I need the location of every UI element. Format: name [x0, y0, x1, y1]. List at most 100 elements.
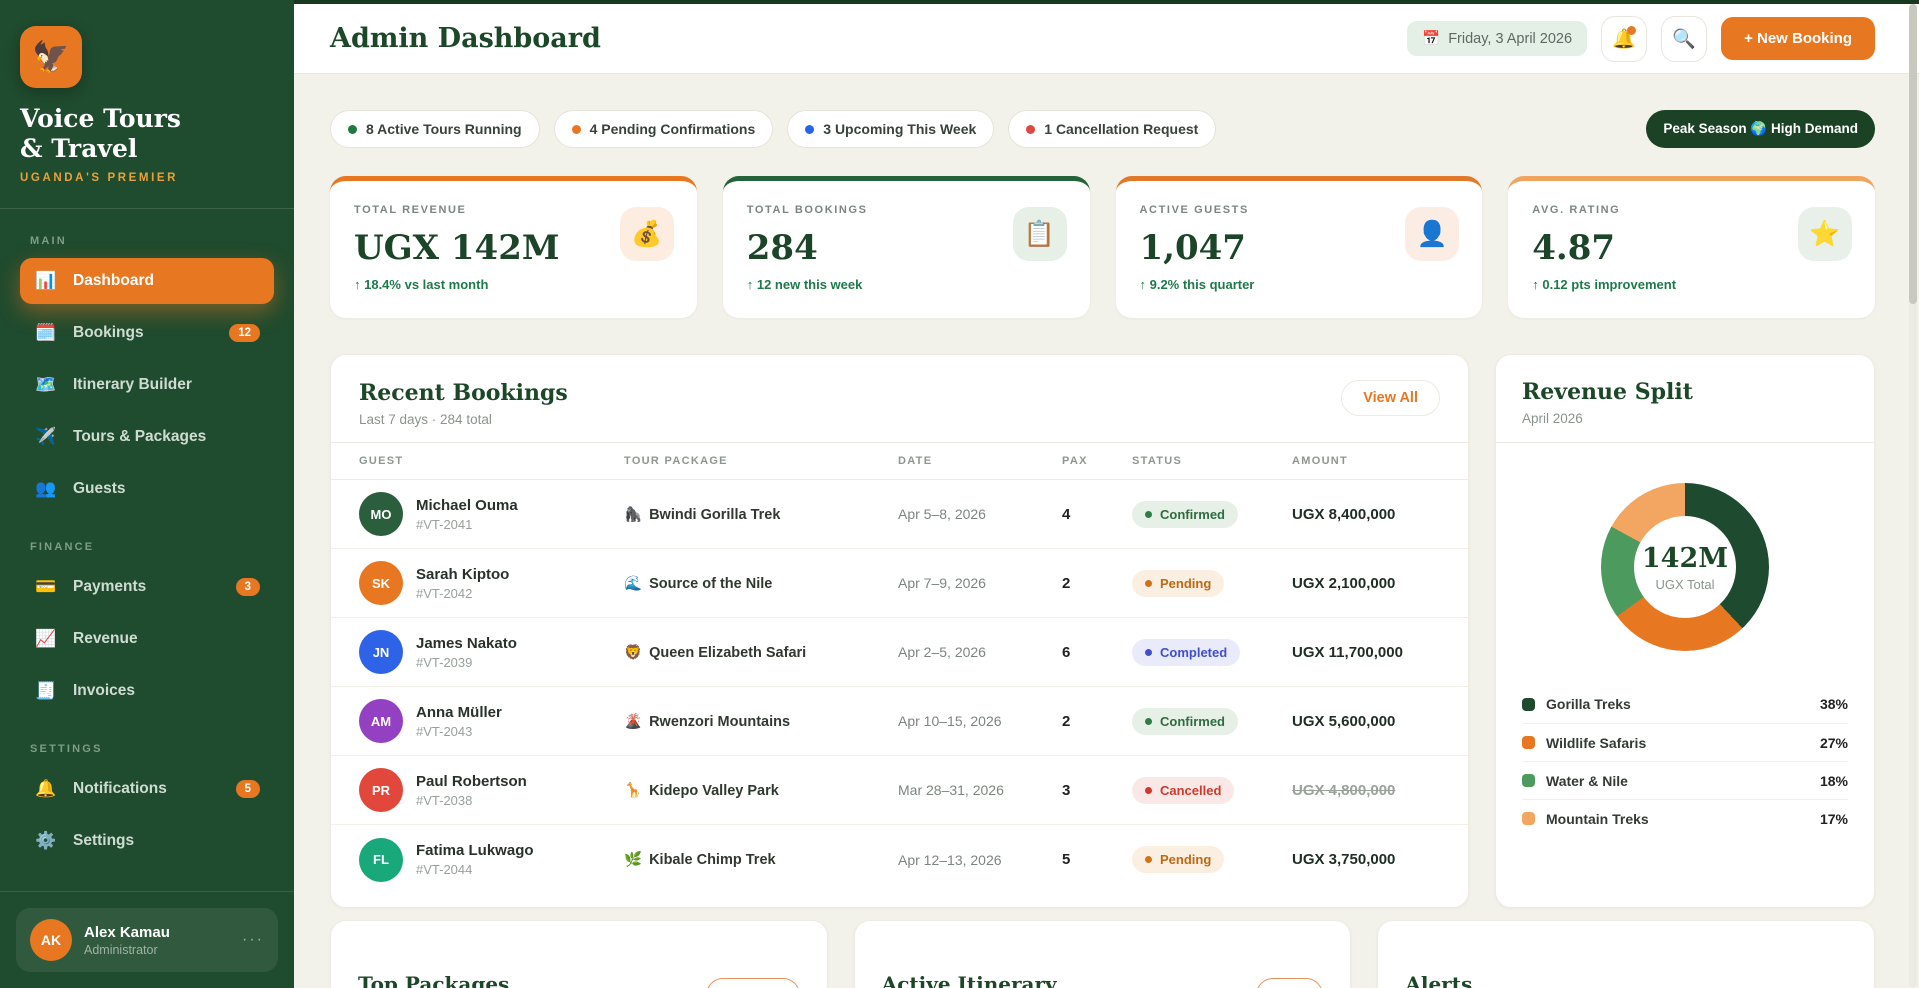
- package-name: Kidepo Valley Park: [649, 783, 779, 799]
- package-name: Bwindi Gorilla Trek: [649, 507, 780, 523]
- booking-date: Apr 12–13, 2026: [898, 852, 1062, 868]
- guest-name: Fatima Lukwago: [416, 842, 534, 859]
- pill-pending-confirmations[interactable]: 4 Pending Confirmations: [554, 110, 774, 148]
- sidebar-item-invoices[interactable]: 🧾 Invoices: [20, 668, 274, 714]
- booking-amount: UGX 5,600,000: [1292, 713, 1440, 730]
- pax-count: 2: [1062, 713, 1132, 730]
- chart-up-icon: 📈: [34, 629, 58, 649]
- manage-button[interactable]: Manage: [706, 978, 800, 988]
- pax-count: 3: [1062, 782, 1132, 799]
- notifications-button[interactable]: 🔔: [1601, 16, 1647, 62]
- package-name: Source of the Nile: [649, 576, 772, 592]
- active-itinerary-card: Active Itinerary VT-2041 · Ouma Group · …: [854, 920, 1352, 988]
- legend-item: Wildlife Safaris 27%: [1522, 723, 1848, 761]
- nav-section-settings: SETTINGS: [30, 743, 274, 755]
- pill-upcoming-week[interactable]: 3 Upcoming This Week: [787, 110, 994, 148]
- new-booking-button[interactable]: + New Booking: [1721, 17, 1875, 60]
- revenue-split-card: Revenue Split April 2026 142M UGX Total …: [1495, 354, 1875, 908]
- pill-active-tours[interactable]: 8 Active Tours Running: [330, 110, 540, 148]
- package-name: Queen Elizabeth Safari: [649, 645, 806, 661]
- sidebar-item-guests[interactable]: 👥 Guests: [20, 466, 274, 512]
- sidebar-item-payments[interactable]: 💳 Payments 3: [20, 564, 274, 610]
- sidebar-item-bookings[interactable]: 🗓️ Bookings 12: [20, 310, 274, 356]
- booking-date: Apr 10–15, 2026: [898, 713, 1062, 729]
- view-all-button[interactable]: View All: [1341, 380, 1440, 416]
- stat-card-total-revenue: TOTAL REVENUE UGX 142M ↑ 18.4% vs last m…: [330, 176, 697, 318]
- sidebar-item-itinerary-builder[interactable]: 🗺️ Itinerary Builder: [20, 362, 274, 408]
- user-menu-icon[interactable]: ···: [242, 931, 264, 949]
- table-header: GUEST TOUR PACKAGE DATE PAX STATUS AMOUN…: [331, 442, 1468, 480]
- stat-delta: ↑ 0.12 pts improvement: [1532, 277, 1851, 292]
- table-row[interactable]: FL Fatima Lukwago #VT-2044 🌿Kibale Chimp…: [331, 825, 1468, 894]
- star-icon: ⭐: [1798, 207, 1852, 261]
- guest-name: Sarah Kiptoo: [416, 566, 509, 583]
- avatar: AK: [30, 919, 72, 961]
- status-pills-row: 8 Active Tours Running 4 Pending Confirm…: [330, 110, 1875, 148]
- alerts-card: Alerts 5 notifications: [1377, 920, 1875, 988]
- payments-badge: 3: [236, 578, 260, 596]
- scrollbar-thumb[interactable]: [1909, 4, 1917, 304]
- airplane-icon: ✈️: [34, 427, 58, 447]
- table-row[interactable]: SK Sarah Kiptoo #VT-2042 🌊Source of the …: [331, 549, 1468, 618]
- table-row[interactable]: AM Anna Müller #VT-2043 🌋Rwenzori Mounta…: [331, 687, 1468, 756]
- pill-cancellation-request[interactable]: 1 Cancellation Request: [1008, 110, 1216, 148]
- clipboard-icon: 📋: [1013, 207, 1067, 261]
- table-body: MO Michael Ouma #VT-2041 🦍Bwindi Gorilla…: [331, 480, 1468, 894]
- main-area: Admin Dashboard 📅 Friday, 3 April 2026 🔔…: [294, 0, 1919, 988]
- avatar: AM: [359, 699, 403, 743]
- search-button[interactable]: 🔍: [1661, 16, 1707, 62]
- dashboard-content: 8 Active Tours Running 4 Pending Confirm…: [294, 74, 1919, 988]
- topbar: Admin Dashboard 📅 Friday, 3 April 2026 🔔…: [294, 4, 1919, 74]
- edit-button[interactable]: Edit: [1256, 978, 1323, 988]
- revenue-split-subtitle: April 2026: [1522, 411, 1848, 426]
- pax-count: 5: [1062, 851, 1132, 868]
- bookings-title: Recent Bookings: [359, 380, 568, 406]
- status-badge: Cancelled: [1132, 777, 1234, 804]
- status-badge: Pending: [1132, 570, 1224, 597]
- legend-swatch: [1522, 736, 1535, 749]
- sidebar-item-dashboard[interactable]: 📊 Dashboard: [20, 258, 274, 304]
- guest-name: Paul Robertson: [416, 773, 527, 790]
- pax-count: 2: [1062, 575, 1132, 592]
- avatar: JN: [359, 630, 403, 674]
- bell-icon: 🔔: [34, 779, 58, 799]
- receipt-icon: 🧾: [34, 681, 58, 701]
- table-row[interactable]: PR Paul Robertson #VT-2038 🦒Kidepo Valle…: [331, 756, 1468, 825]
- people-icon: 👥: [34, 479, 58, 499]
- page-title: Admin Dashboard: [330, 23, 601, 54]
- booking-amount: UGX 8,400,000: [1292, 506, 1440, 523]
- legend-swatch: [1522, 698, 1535, 711]
- nav-section-finance: FINANCE: [30, 541, 274, 553]
- scrollbar: [1909, 4, 1917, 988]
- legend-percent: 27%: [1820, 735, 1848, 751]
- stat-card-total-bookings: TOTAL BOOKINGS 284 ↑ 12 new this week 📋: [723, 176, 1090, 318]
- sidebar-item-revenue[interactable]: 📈 Revenue: [20, 616, 274, 662]
- top-packages-card: Top Packages By revenue, Q2 2026 Manage: [330, 920, 828, 988]
- donut-total-label: UGX Total: [1655, 577, 1714, 592]
- booking-ref: #VT-2043: [416, 724, 502, 739]
- table-row[interactable]: MO Michael Ouma #VT-2041 🦍Bwindi Gorilla…: [331, 480, 1468, 549]
- stat-delta: ↑ 9.2% this quarter: [1140, 277, 1459, 292]
- table-row[interactable]: JN James Nakato #VT-2039 🦁Queen Elizabet…: [331, 618, 1468, 687]
- legend-item: Mountain Treks 17%: [1522, 799, 1848, 837]
- avatar: FL: [359, 838, 403, 882]
- booking-ref: #VT-2039: [416, 655, 517, 670]
- sidebar-item-tours-packages[interactable]: ✈️ Tours & Packages: [20, 414, 274, 460]
- donut-chart: 142M UGX Total: [1601, 483, 1769, 651]
- legend-swatch: [1522, 774, 1535, 787]
- bookings-badge: 12: [229, 324, 260, 342]
- stats-row: TOTAL REVENUE UGX 142M ↑ 18.4% vs last m…: [330, 176, 1875, 318]
- lion-icon: 🦁: [624, 645, 642, 661]
- brand-logo: 🦅: [20, 26, 82, 88]
- donut-total-value: 142M: [1642, 543, 1728, 574]
- user-card[interactable]: AK Alex Kamau Administrator ···: [16, 908, 278, 972]
- booking-date: Apr 5–8, 2026: [898, 506, 1062, 522]
- sidebar-item-notifications[interactable]: 🔔 Notifications 5: [20, 766, 274, 812]
- sidebar-item-settings[interactable]: ⚙️ Settings: [20, 818, 274, 864]
- sidebar-divider: [0, 208, 294, 209]
- recent-bookings-card: Recent Bookings Last 7 days · 284 total …: [330, 354, 1469, 908]
- booking-amount: UGX 3,750,000: [1292, 851, 1440, 868]
- date-chip[interactable]: 📅 Friday, 3 April 2026: [1407, 21, 1587, 56]
- status-badge: Confirmed: [1132, 501, 1238, 528]
- avatar: SK: [359, 561, 403, 605]
